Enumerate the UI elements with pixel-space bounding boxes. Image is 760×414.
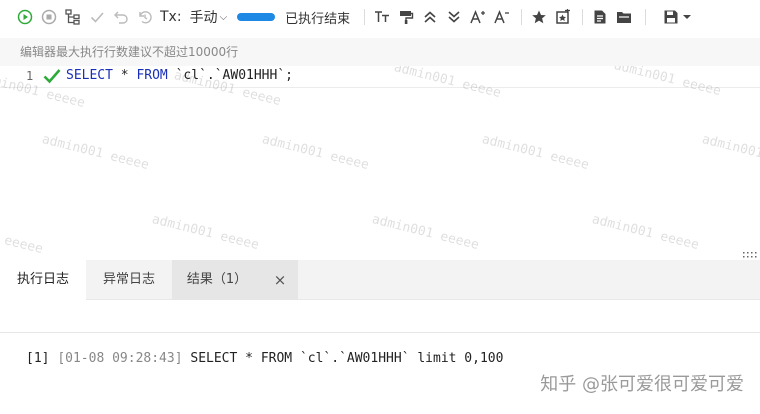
editor-line[interactable]: 1 SELECT * FROM `cl`.`AW01HHH`; — [0, 66, 760, 88]
tab-error-log[interactable]: 异常日志 — [86, 260, 172, 300]
toolbar: Tx: 手动 ⌵ 已执行结束 — [0, 0, 760, 34]
history-icon[interactable] — [136, 8, 154, 26]
expand-icon[interactable] — [445, 8, 463, 26]
log-entry: [1] [01-08 09:28:43] SELECT * FROM `cl`.… — [26, 351, 503, 366]
watermark: admin001 eeeee — [480, 132, 591, 174]
rollback-icon[interactable] — [112, 8, 130, 26]
resize-grip-icon[interactable] — [742, 246, 758, 258]
stop-icon[interactable] — [40, 8, 58, 26]
watermark: admin001 eeeee — [370, 212, 481, 254]
tx-label: Tx: — [160, 9, 182, 25]
toolbar-divider — [645, 9, 647, 25]
watermark: admin001 eeeee — [590, 212, 701, 254]
close-icon[interactable]: × — [262, 260, 298, 300]
dropdown-icon[interactable] — [682, 8, 692, 26]
table-reference: `cl`.`AW01HHH`; — [167, 68, 293, 83]
tx-mode-value: 手动 — [189, 10, 218, 26]
toolbar-divider — [364, 9, 366, 25]
commit-icon[interactable] — [88, 8, 106, 26]
toolbar-divider — [582, 9, 584, 25]
collapse-icon[interactable] — [421, 8, 439, 26]
execution-log-panel: [1] [01-08 09:28:43] SELECT * FROM `cl`.… — [0, 300, 760, 414]
success-check-icon — [43, 68, 61, 88]
sql-editor[interactable]: 1 SELECT * FROM `cl`.`AW01HHH`; admin001… — [0, 66, 760, 258]
tab-result-1[interactable]: 结果（1） — [172, 260, 262, 300]
explain-icon[interactable] — [64, 8, 82, 26]
execution-progress-bar — [237, 13, 276, 21]
watermark: admin001 eeeee — [260, 132, 371, 174]
watermark: admin001 eeeee — [40, 132, 151, 174]
run-icon[interactable] — [16, 8, 34, 26]
star-icon[interactable] — [530, 8, 548, 26]
add-favorite-icon[interactable] — [554, 8, 572, 26]
folder-icon[interactable] — [615, 8, 633, 26]
log-index: [1] — [26, 351, 50, 366]
sql-file-icon[interactable] — [591, 8, 609, 26]
result-tabs: 执行日志 异常日志 结果（1） × — [0, 260, 760, 300]
font-decrease-icon[interactable] — [493, 8, 511, 26]
format-icon[interactable] — [397, 8, 415, 26]
tx-mode-select[interactable]: 手动 ⌵ — [190, 7, 228, 27]
source-credit: 知乎 @张可爱很可爱可爱 — [540, 374, 744, 395]
keyword-from: FROM — [136, 68, 168, 83]
sql-code[interactable]: SELECT * FROM `cl`.`AW01HHH`; — [66, 68, 293, 83]
watermark: admin001 eeeee — [0, 216, 45, 258]
toolbar-divider — [521, 9, 523, 25]
divider — [0, 332, 760, 333]
watermark: admin001 eeeee — [700, 132, 760, 173]
keyword-select: SELECT — [66, 68, 113, 83]
font-increase-icon[interactable] — [469, 8, 487, 26]
save-icon[interactable] — [662, 8, 680, 26]
log-timestamp: [01-08 09:28:43] — [57, 351, 183, 366]
watermark: admin001 eeeee — [150, 212, 261, 254]
log-sql: SELECT * FROM `cl`.`AW01HHH` limit 0,100 — [190, 351, 504, 366]
line-number: 1 — [26, 69, 34, 83]
row-limit-hint: 编辑器最大执行行数建议不超过10000行 — [0, 38, 760, 66]
chevron-down-icon: ⌵ — [219, 11, 228, 23]
select-star: * — [112, 68, 137, 83]
execution-status: 已执行结束 — [285, 11, 351, 27]
tab-execution-log[interactable]: 执行日志 — [0, 260, 86, 300]
text-case-icon[interactable] — [373, 8, 391, 26]
